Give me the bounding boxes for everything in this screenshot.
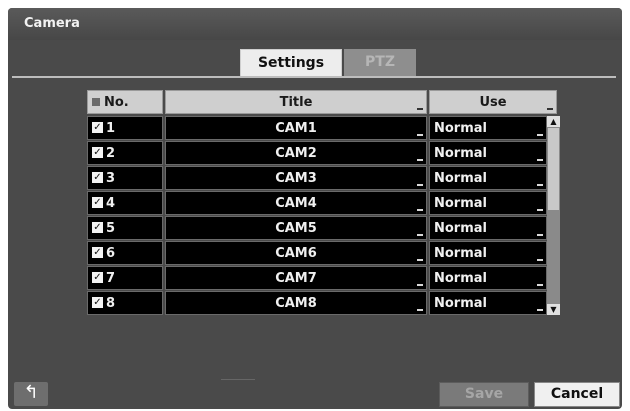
table-row-4-use[interactable]: Normal	[429, 191, 547, 215]
scroll-down-icon[interactable]: ▼	[547, 304, 560, 315]
checkbox-checked-icon[interactable]: ✓	[92, 197, 103, 208]
table-row-6-title[interactable]: CAM6	[165, 241, 427, 265]
dropdown-indicator-icon	[537, 159, 543, 161]
edit-indicator-icon	[417, 234, 423, 236]
edit-indicator-icon	[417, 134, 423, 136]
tab-settings[interactable]: Settings	[240, 49, 342, 76]
checkbox-checked-icon[interactable]: ✓	[92, 122, 103, 133]
divider	[221, 379, 255, 380]
table-row-2-no[interactable]: ✓ 2	[87, 141, 163, 165]
sort-indicator-icon	[547, 108, 553, 110]
tab-ptz[interactable]: PTZ	[344, 49, 416, 76]
header-use[interactable]: Use	[429, 90, 557, 114]
window-title: Camera	[24, 16, 80, 31]
cancel-button[interactable]: Cancel	[534, 382, 620, 407]
select-all-checkbox[interactable]	[92, 97, 100, 106]
tab-divider	[12, 76, 616, 78]
dropdown-indicator-icon	[537, 259, 543, 261]
scrollbar-thumb[interactable]	[548, 128, 559, 210]
table-row-7-use[interactable]: Normal	[429, 266, 547, 290]
table-row-1-title[interactable]: CAM1	[165, 116, 427, 140]
table-row-6-use[interactable]: Normal	[429, 241, 547, 265]
table-row-5-title[interactable]: CAM5	[165, 216, 427, 240]
header-no[interactable]: No.	[87, 90, 163, 114]
table-row-1-use[interactable]: Normal	[429, 116, 547, 140]
table-row-4-title[interactable]: CAM4	[165, 191, 427, 215]
dropdown-indicator-icon	[537, 284, 543, 286]
header-use-label: Use	[479, 95, 507, 110]
table-row-7-title[interactable]: CAM7	[165, 266, 427, 290]
edit-indicator-icon	[417, 184, 423, 186]
dropdown-indicator-icon	[537, 184, 543, 186]
checkbox-checked-icon[interactable]: ✓	[92, 297, 103, 308]
table-row-3-no[interactable]: ✓ 3	[87, 166, 163, 190]
save-button[interactable]: Save	[439, 382, 529, 407]
dropdown-indicator-icon	[537, 309, 543, 311]
table-row-1-no[interactable]: ✓ 1	[87, 116, 163, 140]
camera-window: Camera Settings PTZ No. Title Use ✓ 1 CAM…	[8, 8, 622, 409]
edit-indicator-icon	[417, 309, 423, 311]
scroll-up-icon[interactable]: ▲	[547, 116, 560, 127]
table-row-2-use[interactable]: Normal	[429, 141, 547, 165]
table-row-2-title[interactable]: CAM2	[165, 141, 427, 165]
table-row-8-title[interactable]: CAM8	[165, 291, 427, 315]
dropdown-indicator-icon	[537, 234, 543, 236]
edit-indicator-icon	[417, 159, 423, 161]
checkbox-checked-icon[interactable]: ✓	[92, 247, 103, 258]
sort-indicator-icon	[417, 108, 423, 110]
header-title[interactable]: Title	[165, 90, 427, 114]
table-row-8-use[interactable]: Normal	[429, 291, 547, 315]
table-row-7-no[interactable]: ✓ 7	[87, 266, 163, 290]
title-bar: Camera	[8, 8, 622, 40]
checkbox-checked-icon[interactable]: ✓	[92, 222, 103, 233]
table-row-6-no[interactable]: ✓ 6	[87, 241, 163, 265]
table-row-3-title[interactable]: CAM3	[165, 166, 427, 190]
table-row-5-no[interactable]: ✓ 5	[87, 216, 163, 240]
checkbox-checked-icon[interactable]: ✓	[92, 272, 103, 283]
dropdown-indicator-icon	[537, 209, 543, 211]
table-row-4-no[interactable]: ✓ 4	[87, 191, 163, 215]
checkbox-checked-icon[interactable]: ✓	[92, 172, 103, 183]
back-button[interactable]: ↰	[14, 382, 48, 406]
checkbox-checked-icon[interactable]: ✓	[92, 147, 103, 158]
header-title-label: Title	[279, 95, 313, 110]
table-row-8-no[interactable]: ✓ 8	[87, 291, 163, 315]
table-row-3-use[interactable]: Normal	[429, 166, 547, 190]
dropdown-indicator-icon	[537, 134, 543, 136]
edit-indicator-icon	[417, 209, 423, 211]
header-no-label: No.	[104, 95, 129, 110]
edit-indicator-icon	[417, 284, 423, 286]
return-arrow-icon: ↰	[23, 382, 39, 403]
edit-indicator-icon	[417, 259, 423, 261]
table-row-5-use[interactable]: Normal	[429, 216, 547, 240]
